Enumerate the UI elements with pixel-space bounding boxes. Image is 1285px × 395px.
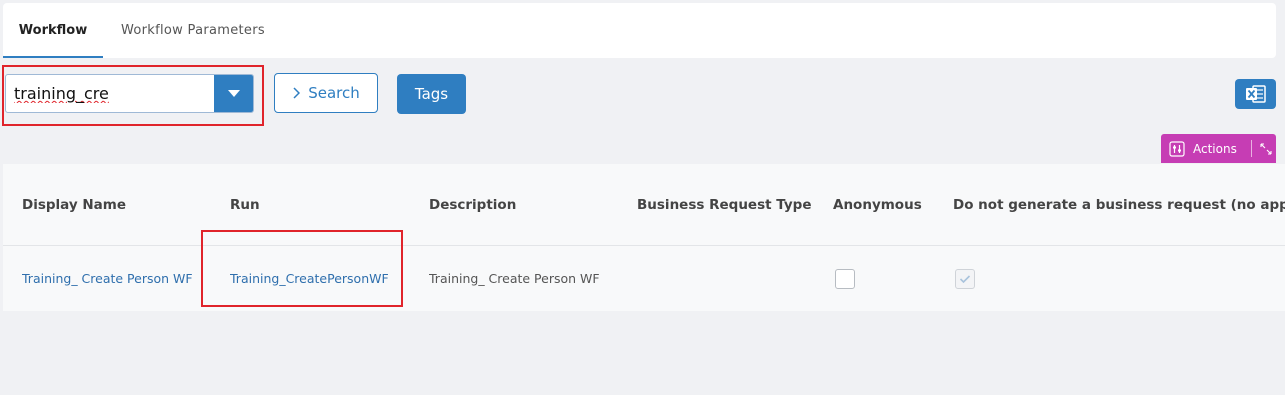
dropdown-button[interactable] [214,75,253,112]
grid-header: Display Name Run Description Business Re… [3,164,1285,246]
search-input[interactable] [6,75,214,112]
tab-workflow[interactable]: Workflow [3,3,103,58]
checkmark-icon [959,274,971,283]
tab-workflow-parameters[interactable]: Workflow Parameters [121,3,265,58]
tags-button[interactable]: Tags [397,74,466,114]
anonymous-cell [835,246,855,311]
search-combobox [5,74,254,113]
actions-button-label: Actions [1193,141,1237,156]
expand-icon[interactable] [1260,142,1272,155]
column-header-no-business-request[interactable]: Do not generate a business request (no a… [953,164,1285,245]
column-header-display-name[interactable]: Display Name [22,164,126,245]
workflow-grid: Display Name Run Description Business Re… [3,164,1285,311]
column-header-description[interactable]: Description [429,164,516,245]
tab-bar: Workflow Workflow Parameters [3,3,1276,58]
column-header-run[interactable]: Run [230,164,260,245]
chevron-right-icon [293,87,301,99]
table-row: Training_ Create Person WF Training_Crea… [3,246,1285,311]
settings-sliders-icon [1169,140,1185,157]
chevron-down-icon [227,90,240,97]
no-business-request-checkbox[interactable] [955,268,975,289]
actions-separator [1250,140,1252,157]
column-header-anonymous[interactable]: Anonymous [833,164,922,245]
tags-button-label: Tags [414,85,449,103]
display-name-link[interactable]: Training_ Create Person WF [22,246,193,311]
run-link[interactable]: Training_CreatePersonWF [230,246,389,311]
description-cell: Training_ Create Person WF [429,271,600,286]
search-button[interactable]: Search [274,73,378,113]
column-header-business-request-type[interactable]: Business Request Type [637,164,812,245]
anonymous-checkbox[interactable] [835,268,855,289]
search-button-label: Search [308,84,360,102]
excel-icon [1245,85,1266,103]
no-business-request-cell [955,246,975,311]
actions-button[interactable]: Actions [1161,134,1276,163]
export-excel-button[interactable] [1235,79,1276,109]
